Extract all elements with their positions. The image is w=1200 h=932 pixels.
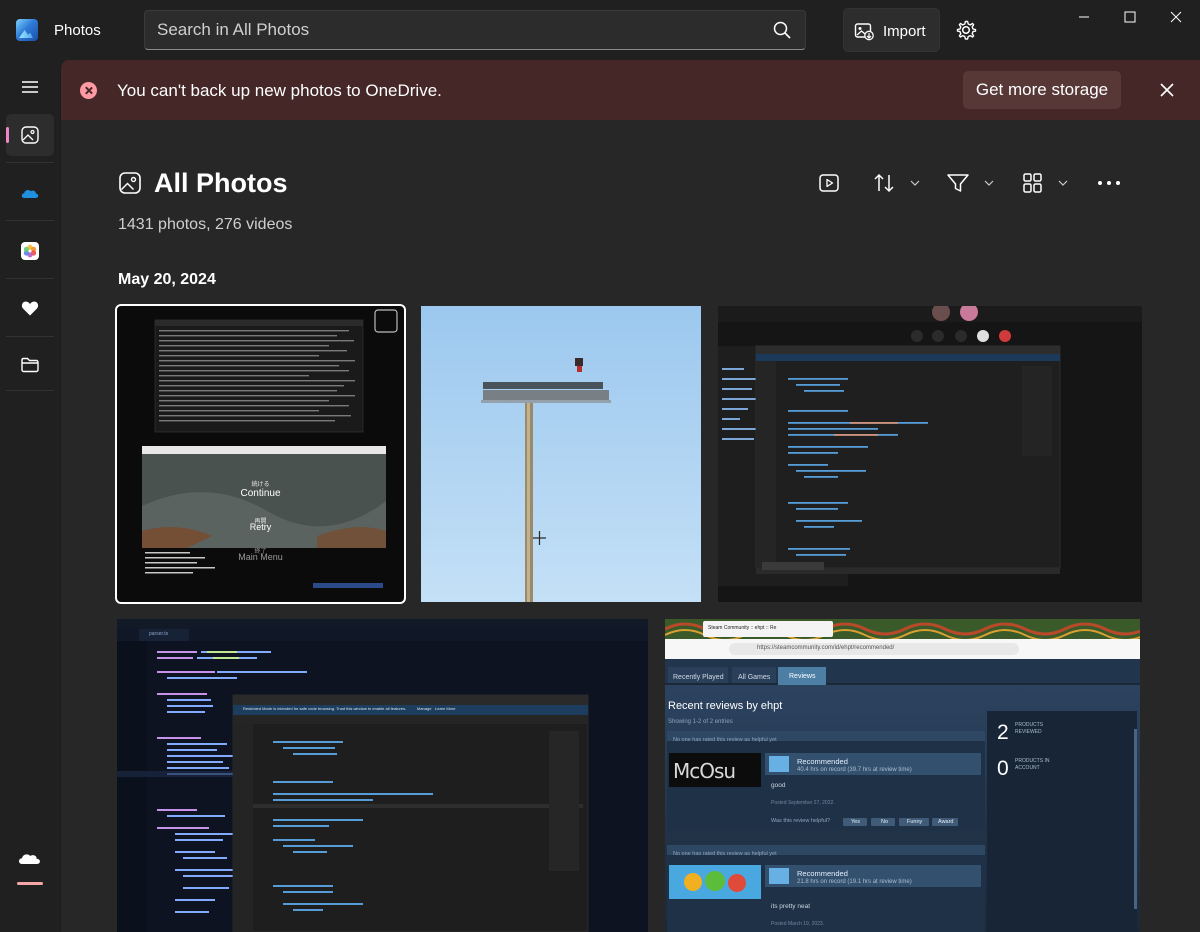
view-layout-icon[interactable]	[1022, 171, 1070, 195]
onedrive-cloud-icon	[21, 190, 39, 198]
rail-divider	[6, 278, 54, 279]
search-icon[interactable]	[773, 21, 791, 39]
steam-vote-funny-button: Funny	[907, 819, 923, 825]
nav-favorites[interactable]	[6, 287, 54, 329]
steam-review2-posted: Posted March 19, 2023.	[771, 921, 825, 927]
thumbnail-image	[117, 619, 648, 932]
search-box[interactable]	[144, 10, 806, 50]
steam-review1-posted: Posted September 27, 2022.	[771, 800, 835, 806]
nav-onedrive[interactable]	[6, 172, 54, 214]
more-options-icon[interactable]	[1097, 171, 1121, 195]
slideshow-icon[interactable]	[818, 171, 840, 195]
all-photos-icon	[119, 172, 141, 194]
hamburger-icon	[22, 81, 38, 93]
navigation-rail	[0, 60, 60, 932]
game-menu-label: Main Menu	[238, 552, 283, 562]
error-icon	[80, 82, 97, 99]
minimize-icon[interactable]	[1061, 0, 1107, 34]
photos-app-icon	[16, 19, 38, 41]
heart-icon	[21, 301, 39, 316]
restricted-learn-more-link: Learn More	[435, 706, 456, 711]
search-input[interactable]	[157, 11, 757, 49]
banner-message: You can't back up new photos to OneDrive…	[117, 81, 442, 100]
nav-menu-button[interactable]	[6, 66, 54, 108]
backup-error-banner: You can't back up new photos to OneDrive…	[61, 60, 1200, 120]
cloud-storage-icon	[19, 854, 40, 864]
storage-usage-bar	[17, 882, 43, 885]
import-icon	[854, 23, 874, 41]
date-group-header: May 20, 2024	[118, 271, 216, 288]
rail-divider	[6, 220, 54, 221]
steam-showing-entries: Showing 1-2 of 2 entries	[668, 719, 733, 725]
steam-helpful-question: Was this review helpful?	[771, 818, 831, 824]
icloud-photos-icon	[21, 242, 39, 260]
active-indicator	[6, 127, 9, 143]
get-more-storage-button[interactable]: Get more storage	[963, 71, 1121, 109]
rail-divider	[6, 390, 54, 391]
steam-review1-recommended: Recommended	[797, 757, 848, 766]
editor-tab-label: parser.ts	[149, 631, 169, 637]
restricted-manage-link: Manage	[417, 706, 432, 711]
sort-icon[interactable]	[874, 171, 922, 195]
steam-review2-hours: 21.8 hrs on record (19.1 hrs at review t…	[797, 879, 912, 885]
rail-divider	[6, 336, 54, 337]
photo-thumbnail-1[interactable]: 続ける Continue 再開 Retry 終了 Main Menu	[115, 304, 406, 604]
steam-reviews-heading: Recent reviews by ehpt	[668, 700, 783, 712]
game-continue-label: Continue	[240, 488, 281, 499]
thumbnail-image	[421, 306, 701, 602]
steam-review2-recommended: Recommended	[797, 869, 848, 878]
nav-folders[interactable]	[6, 344, 54, 386]
photo-thumbnail-2[interactable]	[421, 306, 701, 602]
steam-vote-no-button: No	[881, 819, 889, 825]
steam-vote-yes-button: Yes	[851, 819, 860, 825]
steam-nav-recently-played: Recently Played	[673, 674, 724, 681]
steam-browser-tab: Steam Community :: ehpt :: Re	[708, 625, 777, 631]
steam-award-button: Award	[938, 819, 954, 825]
steam-nav-reviews: Reviews	[789, 673, 816, 680]
steam-url: https://steamcommunity.com/id/ehpt/recom…	[757, 645, 895, 651]
thumbnail-image	[665, 619, 1140, 932]
photo-count: 1431 photos, 276 videos	[118, 216, 293, 233]
steam-review2-text: its pretty neat	[771, 903, 811, 910]
import-label: Import	[883, 23, 926, 40]
steam-products-account-label: PRODUCTS IN ACCOUNT	[1015, 758, 1050, 771]
game-continue-jp: 続ける	[251, 482, 270, 488]
steam-products-reviewed-count: 2	[997, 721, 1009, 744]
game-retry-label: Retry	[249, 522, 272, 532]
banner-close-icon[interactable]	[1157, 80, 1177, 100]
thumbnail-image	[718, 306, 1142, 602]
nav-icloud-photos[interactable]	[6, 230, 54, 272]
settings-gear-icon[interactable]	[953, 17, 979, 43]
app-title: Photos	[54, 22, 101, 39]
page-title: All Photos	[154, 168, 288, 198]
steam-review1-helpful-note: No one has rated this review as helpful …	[673, 737, 777, 743]
steam-review1-text: good	[771, 782, 786, 789]
photo-thumbnail-4[interactable]: parser.ts Restricted Mode is intended fo…	[117, 619, 648, 932]
steam-products-account-count: 0	[997, 757, 1009, 780]
photo-thumbnail-5[interactable]: Steam Community :: ehpt :: Re https://st…	[665, 619, 1140, 932]
import-button[interactable]: Import	[843, 8, 940, 52]
steam-products-reviewed-label: PRODUCTS REVIEWED	[1015, 722, 1044, 735]
gallery-icon	[21, 126, 39, 144]
steam-review2-helpful-note: No one has rated this review as helpful …	[673, 851, 777, 857]
folder-icon	[21, 357, 39, 373]
steam-game1-logo: McOsu	[673, 759, 736, 783]
nav-onedrive-storage[interactable]	[6, 840, 54, 885]
maximize-icon[interactable]	[1107, 0, 1153, 34]
photo-thumbnail-3[interactable]	[718, 306, 1142, 602]
title-bar: Photos Import	[0, 0, 1200, 60]
steam-nav-all-games: All Games	[738, 674, 771, 681]
restricted-mode-text: Restricted Mode is intended for safe cod…	[243, 706, 407, 711]
steam-review1-hours: 40.4 hrs on record (39.7 hrs at review t…	[797, 767, 912, 773]
filter-icon[interactable]	[946, 171, 996, 195]
rail-divider	[6, 162, 54, 163]
window-close-icon[interactable]	[1153, 0, 1199, 34]
nav-gallery[interactable]	[6, 114, 54, 156]
